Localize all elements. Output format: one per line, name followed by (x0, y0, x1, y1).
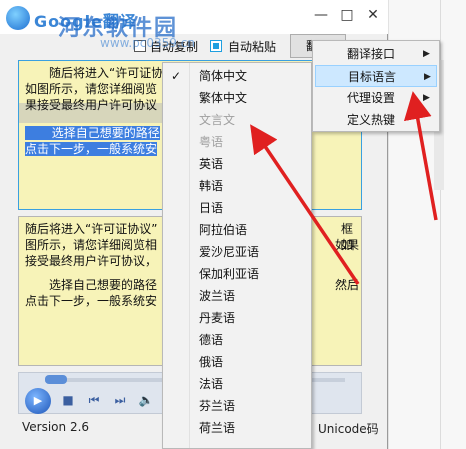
lang-item-cantonese: 粤语 (199, 135, 224, 149)
menu-item-label: 翻译接口 (347, 47, 396, 61)
menu-item-label: 代理设置 (347, 91, 396, 105)
submenu-arrow-icon: ▶ (423, 93, 430, 103)
volume-icon[interactable]: 🔈 (135, 389, 157, 411)
lang-item-traditional-chinese[interactable]: 繁体中文 (163, 87, 311, 109)
lang-item-classical-chinese: 文言文 (199, 113, 236, 127)
source-line-4: 选择自己想要的路径 (51, 126, 160, 140)
menu-item-target-language[interactable]: 目标语言 ▶ (315, 65, 437, 87)
play-icon[interactable]: ▶ (25, 388, 51, 414)
title-bar: Google翻译 河东软件园 — □ ✕ (0, 0, 388, 41)
source-line-5: 点击下一步，一般系统安 (25, 142, 158, 156)
watermark-url: www.pc0359.cn (100, 36, 195, 50)
lang-item-estonian[interactable]: 爱沙尼亚语 (163, 241, 311, 263)
lang-item-dutch[interactable]: 荷兰语 (163, 417, 311, 439)
screenshot-stage: Google翻译 河东软件园 — □ ✕ 自动复制 自动粘贴 翻译 www.pc… (0, 0, 466, 449)
lang-item-danish[interactable]: 丹麦语 (163, 307, 311, 329)
lang-label: 简体中文 (199, 69, 248, 83)
stop-icon[interactable]: ■ (57, 389, 79, 411)
next-icon[interactable]: ⏭ (109, 389, 131, 411)
menu-item-label: 目标语言 (348, 70, 397, 84)
menu-item-define-hotkey[interactable]: 定义热键 (315, 109, 437, 131)
menu-item-translate-api[interactable]: 翻译接口 ▶ (315, 43, 437, 65)
lang-item-bulgarian[interactable]: 保加利亚语 (163, 263, 311, 285)
lang-item-simplified-chinese[interactable]: ✓ 简体中文 (163, 65, 311, 87)
submenu-arrow-icon: ▶ (424, 72, 431, 82)
result-line-2-tail: 如果 (335, 238, 360, 252)
version-label: Version 2.6 (22, 420, 90, 434)
lang-item-german[interactable]: 德语 (163, 329, 311, 351)
maximize-button[interactable]: □ (334, 4, 360, 26)
app-logo-icon (6, 6, 30, 30)
encoding-label: Unicode码 (318, 422, 379, 436)
menu-item-proxy-settings[interactable]: 代理设置 ▶ (315, 87, 437, 109)
seek-thumb[interactable] (45, 375, 67, 384)
settings-context-menu: 翻译接口 ▶ 目标语言 ▶ 代理设置 ▶ 定义热键 (312, 40, 440, 132)
submenu-arrow-icon: ▶ (423, 49, 430, 59)
lang-item-japanese[interactable]: 日语 (163, 197, 311, 219)
close-button[interactable]: ✕ (360, 4, 386, 26)
check-icon: ✓ (171, 69, 182, 83)
lang-item-korean[interactable]: 韩语 (163, 175, 311, 197)
result-line-4-tail: 然后 (335, 278, 360, 292)
target-language-menu: ✓ 简体中文 繁体中文 文言文 粤语 英语 韩语 日语 阿拉伯语 爱沙尼亚语 保加… (162, 62, 312, 449)
auto-paste-checkbox[interactable] (210, 40, 222, 52)
lang-item-finnish[interactable]: 芬兰语 (163, 395, 311, 417)
lang-item-russian[interactable]: 俄语 (163, 351, 311, 373)
lang-item-polish[interactable]: 波兰语 (163, 285, 311, 307)
lang-item-english[interactable]: 英语 (163, 153, 311, 175)
source-line-4-highlight: 选择自己想要的路径 (25, 126, 160, 140)
auto-paste-label: 自动粘贴 (228, 40, 277, 54)
minimize-button[interactable]: — (308, 4, 334, 26)
prev-icon[interactable]: ⏮ (83, 389, 105, 411)
lang-item-french[interactable]: 法语 (163, 373, 311, 395)
lang-item-arabic[interactable]: 阿拉伯语 (163, 219, 311, 241)
